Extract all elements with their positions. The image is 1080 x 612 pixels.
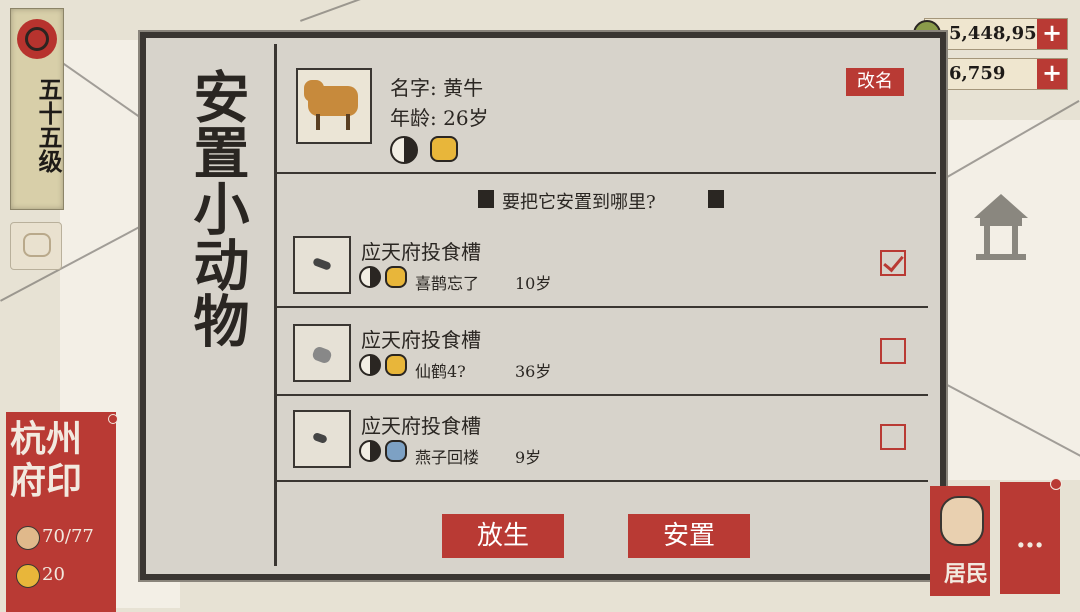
divider	[277, 172, 936, 174]
prefecture-seal[interactable]: 杭州府印 70/77 20	[6, 412, 118, 612]
slot-animal-name: 喜鹊忘了	[415, 274, 480, 293]
slot-animal-age: 36岁	[515, 362, 552, 381]
brush-emblem-icon	[17, 19, 57, 59]
coin-value: 5,448,955	[949, 23, 1050, 44]
divider	[277, 394, 928, 396]
rename-button[interactable]: 改名	[846, 68, 904, 96]
yin-yang-icon	[359, 440, 381, 462]
notification-dot	[108, 414, 118, 424]
pet-age-row: 年龄: 26岁	[390, 102, 489, 131]
residents-label: 居民	[944, 561, 989, 587]
bear-icon	[385, 354, 407, 376]
bear-icon	[385, 266, 407, 288]
slot-tags	[359, 440, 419, 466]
slot-checkbox[interactable]	[880, 424, 906, 450]
slot-animal-age: 9岁	[515, 448, 542, 467]
pet-name-label: 名字:	[390, 76, 437, 100]
gem-value: 6,759	[949, 63, 1006, 84]
place-button[interactable]: 安置	[628, 514, 750, 558]
population-stat: 70/77	[42, 526, 94, 547]
slot-animal-name: 燕子回楼	[415, 448, 480, 467]
bear-icon	[385, 440, 407, 462]
pet-portrait	[296, 68, 372, 144]
bear-icon	[430, 136, 458, 162]
map-line	[300, 0, 583, 22]
yin-yang-icon	[390, 136, 418, 164]
release-button[interactable]: 放生	[442, 514, 564, 558]
animal-portrait	[293, 236, 351, 294]
residents-button[interactable]: 居民	[930, 486, 990, 596]
crane-icon	[311, 345, 333, 365]
pet-name-row: 名字: 黄牛	[390, 72, 483, 101]
slot-location: 应天府投食槽	[361, 414, 481, 438]
slot-animal-age: 10岁	[515, 274, 552, 293]
seal-title: 杭州府印	[10, 418, 83, 502]
place-animal-dialog: 安置小动物 名字: 黄牛 年龄: 26岁 改名 要把它安置到哪里? 应天府投食槽…	[140, 32, 946, 580]
pet-name: 黄牛	[443, 76, 484, 100]
slot-location: 应天府投食槽	[361, 328, 481, 352]
pavilion-icon[interactable]	[966, 190, 1036, 264]
animal-portrait	[293, 324, 351, 382]
divider	[277, 480, 928, 482]
notification-dot	[1050, 478, 1062, 490]
add-coin-button[interactable]: +	[1037, 19, 1067, 49]
slot-checkbox[interactable]	[880, 250, 906, 276]
slot-location: 应天府投食槽	[361, 240, 481, 264]
slot-tags	[359, 266, 419, 292]
bracket-right-icon	[708, 190, 724, 208]
bracket-left-icon	[478, 190, 494, 208]
slot-checkbox[interactable]	[880, 338, 906, 364]
check-icon	[883, 250, 904, 273]
more-button[interactable]: …	[1000, 482, 1060, 594]
population-icon	[16, 526, 40, 550]
yin-yang-icon	[359, 266, 381, 288]
chat-icon[interactable]	[10, 222, 62, 270]
resident-avatar	[940, 496, 984, 546]
level-badge[interactable]: 五十五级	[10, 8, 64, 210]
feeding-slot[interactable]: 应天府投食槽 仙鹤4? 36岁	[277, 316, 928, 396]
question-text: 要把它安置到哪里?	[502, 192, 656, 213]
dialog-title: 安置小动物	[184, 68, 250, 348]
magpie-icon	[312, 257, 332, 271]
pet-age: 26岁	[443, 106, 489, 130]
worker-icon	[16, 564, 40, 588]
level-text: 五十五级	[34, 77, 63, 173]
slot-tags	[359, 354, 419, 380]
animal-portrait	[293, 410, 351, 468]
worker-stat: 20	[42, 564, 65, 585]
divider	[277, 306, 928, 308]
yin-yang-icon	[359, 354, 381, 376]
slot-animal-name: 仙鹤4?	[415, 362, 466, 381]
map-tile	[940, 120, 1080, 480]
swallow-icon	[312, 431, 328, 445]
feeding-slot[interactable]: 应天府投食槽 燕子回楼 9岁	[277, 402, 928, 482]
add-gem-button[interactable]: +	[1037, 59, 1067, 89]
pet-age-label: 年龄:	[390, 106, 437, 130]
feeding-slot[interactable]: 应天府投食槽 喜鹊忘了 10岁	[277, 228, 928, 308]
